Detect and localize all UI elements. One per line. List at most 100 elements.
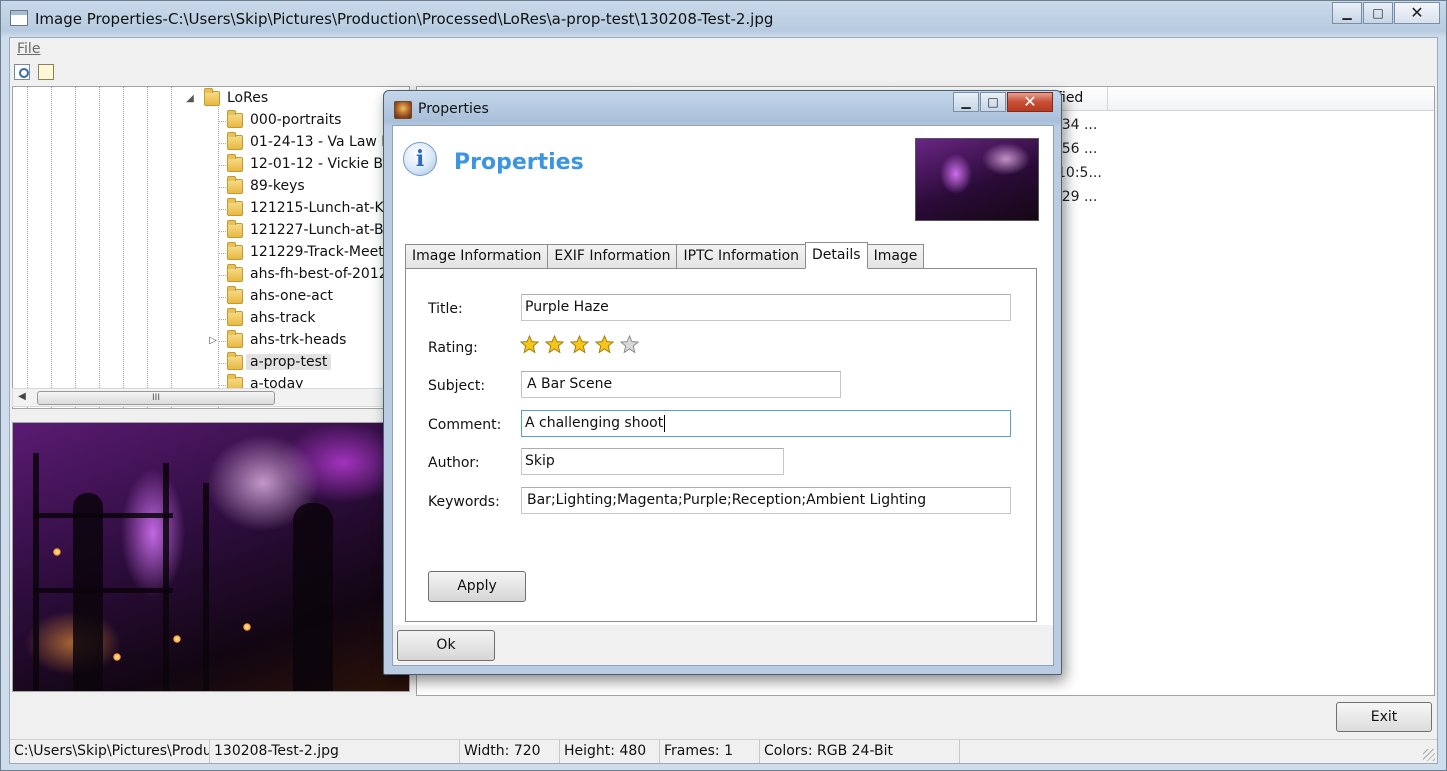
folder-icon — [227, 198, 243, 216]
status-bar: C:\Users\Skip\Pictures\Produc 130208-Tes… — [10, 739, 1437, 763]
tab-iptc-information[interactable]: IPTC Information — [676, 244, 807, 269]
rating-label: Rating: — [428, 340, 478, 356]
list-row[interactable]: 10:5... — [1057, 165, 1102, 181]
tree-item-label: 12-01-12 - Vickie Bro — [250, 156, 398, 172]
title-bar[interactable]: Image Properties-C:\Users\Skip\Pictures\… — [1, 1, 1446, 37]
close-button[interactable]: ✕ — [1394, 2, 1440, 24]
star-filled-icon[interactable] — [520, 335, 539, 354]
apply-button[interactable]: Apply — [428, 571, 526, 602]
folder-icon — [227, 110, 243, 128]
folder-icon — [227, 286, 243, 304]
window-title: Image Properties-C:\Users\Skip\Pictures\… — [35, 10, 774, 28]
text-caret — [664, 414, 666, 432]
tree-item[interactable]: ▷ ahs-trk-heads — [13, 330, 409, 352]
tree-item[interactable]: ahs-track — [13, 308, 409, 330]
preview-shape — [173, 635, 181, 643]
tree-item[interactable]: 121215-Lunch-at-Ka — [13, 198, 409, 220]
tree-item[interactable]: 000-portraits — [13, 110, 409, 132]
folder-icon — [227, 330, 243, 348]
star-filled-icon[interactable] — [545, 335, 564, 354]
folder-icon — [227, 154, 243, 172]
tree-item[interactable]: a-prop-test — [13, 352, 409, 374]
tree-item[interactable]: 121227-Lunch-at-Bla — [13, 220, 409, 242]
dialog-window-controls: ▁ □ ✕ — [952, 92, 1053, 112]
app-icon — [10, 10, 28, 26]
exit-button[interactable]: Exit — [1336, 702, 1432, 732]
folder-icon — [227, 264, 243, 282]
star-empty-icon[interactable] — [620, 335, 639, 354]
expand-arrow-icon[interactable]: ▷ — [208, 335, 218, 346]
title-field[interactable]: Purple Haze — [521, 294, 1011, 321]
subject-field[interactable]: A Bar Scene — [521, 371, 841, 398]
tab-image[interactable]: Image — [866, 244, 925, 269]
tree-item[interactable]: 89-keys — [13, 176, 409, 198]
rating-stars[interactable] — [520, 335, 639, 354]
status-width: Width: 720 — [460, 740, 560, 763]
details-tab-page: Title: Purple Haze Rating: Subject: A Ba… — [405, 268, 1037, 622]
tree-item-label: 000-portraits — [250, 112, 342, 128]
tree-item[interactable]: 01-24-13 - Va Law Fo — [13, 132, 409, 154]
preview-shape — [53, 548, 61, 556]
scroll-left-arrow-icon[interactable]: ◀ — [15, 391, 29, 402]
tree-item-label: 01-24-13 - Va Law Fo — [250, 134, 398, 150]
list-row[interactable]: :34 ... — [1057, 117, 1097, 133]
collapse-arrow-icon[interactable]: ◢ — [185, 93, 195, 104]
folder-icon — [227, 242, 243, 260]
properties-app-icon — [394, 101, 412, 119]
tab-details[interactable]: Details — [805, 242, 868, 269]
status-height: Height: 480 — [560, 740, 660, 763]
tree-horizontal-scrollbar[interactable]: ◀ III ▶ — [12, 388, 410, 407]
dialog-maximize-button[interactable]: □ — [980, 92, 1006, 112]
star-filled-icon[interactable] — [595, 335, 614, 354]
tree-item-lores[interactable]: ◢ LoRes — [13, 88, 409, 110]
list-row[interactable]: :56 ... — [1057, 141, 1097, 157]
tree-item-label: 121229-Track-Meet- — [250, 244, 389, 260]
tree-item-label: 121215-Lunch-at-Ka — [250, 200, 393, 216]
dialog-title: Properties — [418, 101, 489, 117]
maximize-button[interactable]: □ — [1363, 2, 1393, 24]
comment-field[interactable]: A challenging shoot — [521, 410, 1011, 437]
image-thumbnail — [915, 138, 1039, 221]
tree-item[interactable]: 12-01-12 - Vickie Bro — [13, 154, 409, 176]
author-field[interactable]: Skip — [521, 448, 784, 475]
tree-item[interactable]: ahs-fh-best-of-2012 — [13, 264, 409, 286]
tree-item[interactable]: ahs-one-act — [13, 286, 409, 308]
properties-dialog: Properties ▁ □ ✕ i Properties Image Info… — [383, 90, 1062, 675]
tree-item[interactable]: 121229-Track-Meet- — [13, 242, 409, 264]
menu-file[interactable]: File — [17, 41, 40, 57]
dialog-minimize-button[interactable]: ▁ — [953, 92, 979, 112]
tab-image-information[interactable]: Image Information — [405, 244, 549, 269]
edit-icon[interactable] — [38, 64, 54, 80]
preview-shape — [73, 493, 103, 691]
dialog-close-button[interactable]: ✕ — [1007, 92, 1053, 112]
dialog-heading: Properties — [454, 150, 584, 175]
list-row[interactable]: :29 ... — [1057, 189, 1097, 205]
preview-shape — [33, 588, 173, 593]
folder-icon — [204, 88, 220, 106]
column-separator — [1107, 87, 1108, 111]
tree-item-label: LoRes — [227, 90, 269, 106]
resize-grip-icon[interactable] — [1423, 749, 1435, 761]
folder-tree[interactable]: ◢ LoRes 000-portraits 01-24-13 - Va Law F… — [12, 86, 410, 409]
star-filled-icon[interactable] — [570, 335, 589, 354]
tree-item-label: 89-keys — [250, 178, 305, 194]
folder-icon — [227, 176, 243, 194]
folder-icon — [227, 132, 243, 150]
preview-shape — [163, 463, 169, 691]
zoom-icon[interactable] — [14, 64, 30, 80]
preview-shape — [293, 503, 333, 691]
title-label: Title: — [428, 301, 463, 317]
scroll-thumb[interactable]: III — [37, 391, 275, 405]
tree-item-label: ahs-one-act — [250, 288, 333, 304]
minimize-button[interactable]: ▁ — [1332, 2, 1362, 24]
comment-label: Comment: — [428, 417, 502, 433]
tree-item-label: 121227-Lunch-at-Bla — [250, 222, 397, 238]
tree-item-label: a-prop-test — [246, 354, 332, 370]
tab-exif-information[interactable]: EXIF Information — [547, 244, 678, 269]
preview-shape — [243, 623, 251, 631]
tree-item-label: ahs-fh-best-of-2012 — [250, 266, 388, 282]
ok-button[interactable]: Ok — [397, 630, 495, 661]
keywords-field[interactable]: Bar;Lighting;Magenta;Purple;Reception;Am… — [521, 487, 1011, 514]
dialog-client-area: i Properties Image Information EXIF Info… — [392, 125, 1054, 666]
keywords-label: Keywords: — [428, 494, 500, 510]
